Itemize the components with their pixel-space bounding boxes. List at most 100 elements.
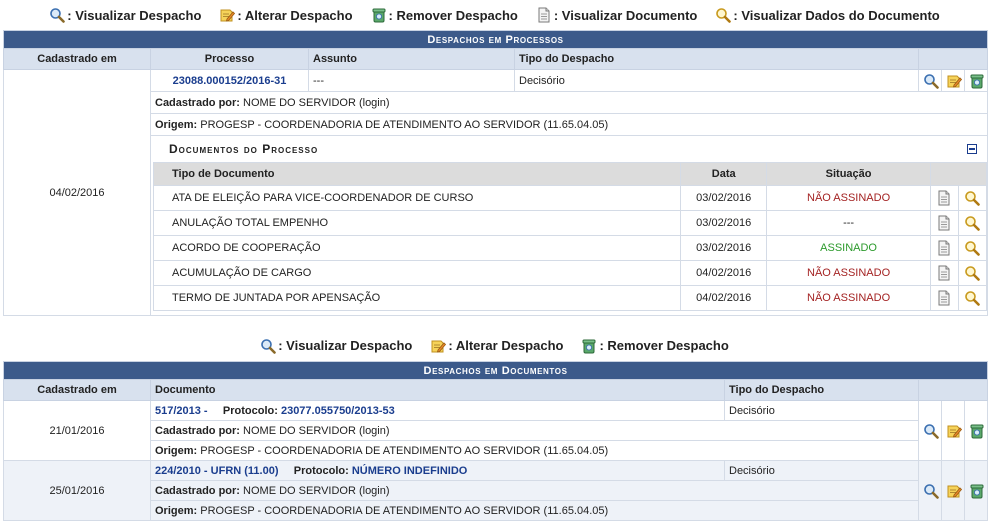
legend-label: : Alterar Despacho [237,7,353,23]
document-icon [936,190,952,206]
protocolo-link[interactable]: 23077.055750/2013-53 [281,405,395,417]
document-icon [536,7,552,23]
visualizar-documento-button[interactable] [929,235,959,261]
documento-row: ACORDO DE COOPERAÇÃO 03/02/2016 ASSINADO [152,235,988,261]
remover-despacho-button[interactable] [963,400,989,461]
documento-link[interactable]: 517/2013 - [155,405,208,417]
documento-tipo: TERMO DE JUNTADA POR APENSAÇÃO [152,285,682,311]
trash-icon [969,73,985,89]
despacho-documento-row: 21/01/2016 517/2013 - Protocolo: 23077.0… [3,400,989,461]
origem-label: Origem: [155,444,198,457]
visualizar-despacho-button[interactable] [918,460,942,521]
visualizar-dados-button[interactable] [957,185,988,211]
magnifier-icon [260,338,276,354]
cadastrado-por-value: NOME DO SERVIDOR (login) [243,424,390,437]
processo-assunto: --- [308,69,515,92]
magnifier-yellow-icon [964,190,980,206]
alterar-despacho-button[interactable] [941,69,965,92]
remover-despacho-button[interactable] [964,69,988,92]
legend-label: : Visualizar Documento [553,7,698,23]
cadastrado-por-label: Cadastrado por: [155,96,240,109]
visualizar-dados-button[interactable] [957,285,988,311]
documento-tipo: ATA DE ELEIÇÃO PARA VICE-COORDENADOR DE … [152,185,682,211]
legend-label: : Alterar Despacho [448,338,564,353]
col-cadastrado: Cadastrado em [3,48,151,70]
edit-note-icon [430,338,446,354]
col-cadastrado: Cadastrado em [3,379,151,401]
cadastrado-por-value: NOME DO SERVIDOR (login) [243,96,390,109]
despacho-tipo: Decisório [724,400,919,421]
despacho-tipo: Decisório [724,460,919,481]
col-tipo: Tipo do Despacho [724,379,919,401]
visualizar-documento-button[interactable] [929,210,959,236]
legend-label: : Visualizar Despacho [67,7,202,23]
documentos-header-row: Tipo de Documento Data Situação [152,162,988,186]
document-icon [936,265,952,281]
visualizar-documento-button[interactable] [929,185,959,211]
magnifier-icon [923,423,939,439]
col-processo: Processo [150,48,309,70]
visualizar-dados-button[interactable] [957,210,988,236]
visualizar-dados-button[interactable] [957,235,988,261]
trash-icon [371,7,387,23]
magnifier-icon [923,483,939,499]
col-actions [918,48,988,70]
visualizar-documento-button[interactable] [929,285,959,311]
processos-caption: Despachos em Processos [3,30,988,49]
documento-situacao: --- [766,210,931,236]
trash-icon [581,338,597,354]
despacho-date: 25/01/2016 [3,460,151,521]
col-actions [917,379,989,401]
documentos-despacho-table: Despachos em Documentos Cadastrado em Do… [2,361,989,521]
despacho-cadastrado-por-row: Cadastrado por: NOME DO SERVIDOR (login) [4,480,988,501]
documento-situacao: NÃO ASSINADO [766,185,931,211]
documento-data: 04/02/2016 [680,260,768,286]
documento-data: 03/02/2016 [680,235,768,261]
cadastrado-por-label: Cadastrado por: [155,424,240,437]
documentos-header-row: Cadastrado em Documento Tipo do Despacho [3,379,989,401]
protocolo-label: Protocolo: [293,464,349,477]
alterar-despacho-button[interactable] [941,400,965,461]
legend-item-remover-despacho: : Remover Despacho [371,7,518,23]
protocolo-link[interactable]: NÚMERO INDEFINIDO [352,465,468,477]
despacho-date: 21/01/2016 [3,400,151,461]
remover-despacho-button[interactable] [963,460,989,521]
legend-label: : Remover Despacho [599,338,729,353]
alterar-despacho-button[interactable] [941,460,965,521]
col-tipo-documento: Tipo de Documento [152,162,682,186]
documento-row: TERMO DE JUNTADA POR APENSAÇÃO 04/02/201… [152,285,988,311]
edit-note-icon [946,483,962,499]
trash-icon [969,423,985,439]
visualizar-dados-button[interactable] [957,260,988,286]
documentos-caption-row: Despachos em Documentos [2,361,989,380]
origem-value: PROGESP - COORDENADORIA DE ATENDIMENTO A… [200,118,609,131]
edit-note-icon [946,73,962,89]
visualizar-documento-button[interactable] [929,260,959,286]
visualizar-despacho-button[interactable] [918,69,942,92]
magnifier-yellow-icon [964,215,980,231]
processo-row: 04/02/2016 23088.000152/2016-31 --- Deci… [3,69,988,316]
documentos-processo-title: Documentos do Processo [169,142,319,156]
processos-caption-row: Despachos em Processos [3,30,988,49]
visualizar-despacho-button[interactable] [918,400,942,461]
legend-item-visualizar-documento: : Visualizar Documento [536,7,698,23]
despacho-cadastrado-por-row: Cadastrado por: NOME DO SERVIDOR (login) [4,420,988,441]
documentos-caption: Despachos em Documentos [2,361,989,380]
col-situacao: Situação [766,162,931,186]
processo-tipo: Decisório [514,69,919,92]
origem-value: PROGESP - COORDENADORIA DE ATENDIMENTO A… [200,504,609,517]
collapse-icon[interactable] [967,144,977,154]
documento-link[interactable]: 224/2010 - UFRN (11.00) [155,465,279,477]
processo-origem-row: Origem: PROGESP - COORDENADORIA DE ATEND… [4,113,988,136]
magnifier-yellow-icon [964,265,980,281]
processos-header-row: Cadastrado em Processo Assunto Tipo do D… [3,48,988,70]
documento-tipo: ACORDO DE COOPERAÇÃO [152,235,682,261]
documentos-table: Tipo de Documento Data Situação ATA DE E… [152,162,988,311]
processo-link[interactable]: 23088.000152/2016-31 [173,75,287,87]
document-icon [936,290,952,306]
documento-data: 04/02/2016 [680,285,768,311]
documento-data: 03/02/2016 [680,210,768,236]
documento-situacao: ASSINADO [766,235,931,261]
documento-row: ANULAÇÃO TOTAL EMPENHO 03/02/2016 --- [152,210,988,236]
documento-tipo: ACUMULAÇÃO DE CARGO [152,260,682,286]
